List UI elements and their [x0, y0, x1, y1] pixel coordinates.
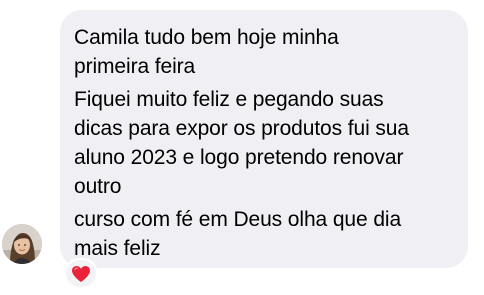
- heart-icon: [72, 265, 90, 282]
- message-line: curso com fé em Deus olha que dia: [74, 208, 402, 231]
- message-line: aluno 2023 e logo pretendo renovar: [74, 146, 404, 169]
- message-line: primeira feira: [74, 55, 196, 78]
- avatar-photo: [2, 224, 42, 264]
- message-line: outro: [74, 175, 122, 198]
- chat-thread: Camila tudo bem hoje minha primeira feir…: [0, 0, 484, 295]
- reaction-badge[interactable]: [64, 258, 98, 289]
- message-line: Camila tudo bem hoje minha: [74, 26, 339, 49]
- message-line: dicas para expor os produtos fui sua: [74, 117, 409, 140]
- message-bubble[interactable]: Camila tudo bem hoje minha primeira feir…: [60, 10, 468, 268]
- avatar[interactable]: [2, 224, 42, 264]
- message-line: mais feliz: [74, 237, 161, 260]
- message-line: Fiquei muito feliz e pegando suas: [74, 88, 384, 111]
